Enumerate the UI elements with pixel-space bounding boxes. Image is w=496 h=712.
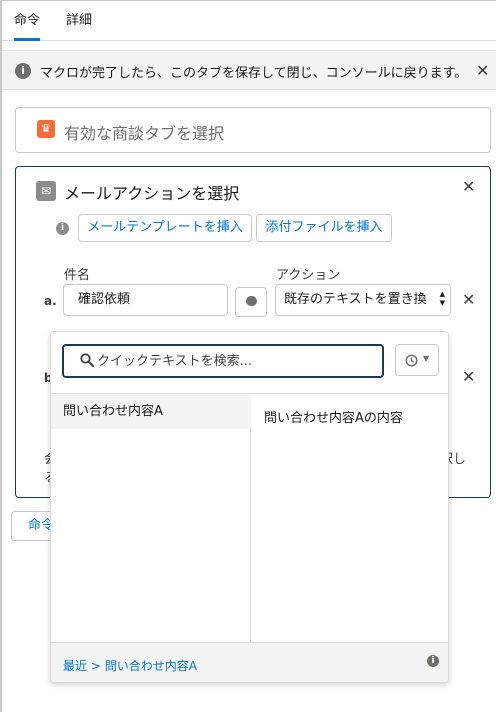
preview-text: 問い合わせ内容Aの内容 — [264, 411, 403, 426]
clock-icon — [405, 354, 418, 367]
action-select[interactable]: 既存のテキストを置き換 ▲ ▼ — [275, 284, 451, 316]
info-icon: i — [15, 63, 31, 79]
tab-details[interactable]: 詳細 — [66, 1, 92, 41]
step-title: 有効な商談タブを選択 — [64, 124, 225, 143]
close-icon[interactable]: ✕ — [462, 177, 475, 196]
banner-text: マクロが完了したら、このタブを保存して閉じ、コンソールに戻ります。 — [40, 66, 468, 81]
popover-footer: 最近 > 問い合わせ内容A i — [51, 642, 448, 682]
remove-row-icon[interactable]: ✕ — [462, 367, 475, 386]
quick-text-popover: ▼ 問い合わせ内容A 問い合わせ内容Aの内容 最近 > 問い合わせ内容A i — [50, 331, 449, 683]
insert-attachment-button[interactable]: 添付ファイルを挿入 — [256, 214, 392, 242]
tab-commands[interactable]: 命令 — [14, 1, 41, 41]
quick-text-preview: 問い合わせ内容Aの内容 — [251, 393, 448, 642]
subject-input[interactable]: 確認依頼 — [63, 284, 228, 316]
breadcrumb-recent[interactable]: 最近 — [63, 659, 87, 673]
tab-bar: 命令 詳細 — [2, 1, 496, 41]
search-input[interactable] — [97, 346, 377, 376]
action-label: アクション — [276, 268, 341, 283]
info-icon[interactable]: i — [427, 655, 439, 667]
opportunity-icon: ♛ — [37, 120, 55, 138]
chevron-down-icon: ▼ — [423, 354, 430, 363]
sort-arrows-icon: ▲ ▼ — [439, 290, 445, 307]
window-left-border — [0, 0, 2, 712]
list-item[interactable]: 問い合わせ内容A — [51, 394, 251, 429]
remove-row-icon[interactable]: ✕ — [462, 290, 475, 309]
search-icon — [80, 353, 94, 367]
quick-text-list: 問い合わせ内容A — [51, 393, 251, 642]
subject-label: 件名 — [64, 268, 91, 283]
step-select-opportunity-tab[interactable]: ♛ 有効な商談タブを選択 — [15, 107, 491, 153]
breadcrumb-separator: > — [90, 659, 101, 673]
chat-bubble-icon — [246, 296, 257, 306]
breadcrumb-current[interactable]: 問い合わせ内容A — [105, 659, 197, 673]
recent-filter-button[interactable]: ▼ — [395, 344, 439, 376]
email-icon: ✉ — [36, 181, 56, 201]
step-title: メールアクションを選択 — [64, 184, 240, 203]
quick-text-button[interactable] — [235, 287, 267, 317]
insert-email-template-button[interactable]: メールテンプレートを挿入 — [78, 214, 252, 242]
action-select-value: 既存のテキストを置き換 — [284, 292, 427, 307]
info-icon: i — [56, 222, 69, 235]
breadcrumb: 最近 > 問い合わせ内容A — [63, 657, 197, 674]
close-icon[interactable]: ✕ — [476, 61, 489, 80]
info-banner: i マクロが完了したら、このタブを保存して閉じ、コンソールに戻ります。 ✕ — [2, 50, 496, 90]
quick-text-search — [62, 344, 384, 378]
row-marker: a. — [44, 294, 57, 308]
